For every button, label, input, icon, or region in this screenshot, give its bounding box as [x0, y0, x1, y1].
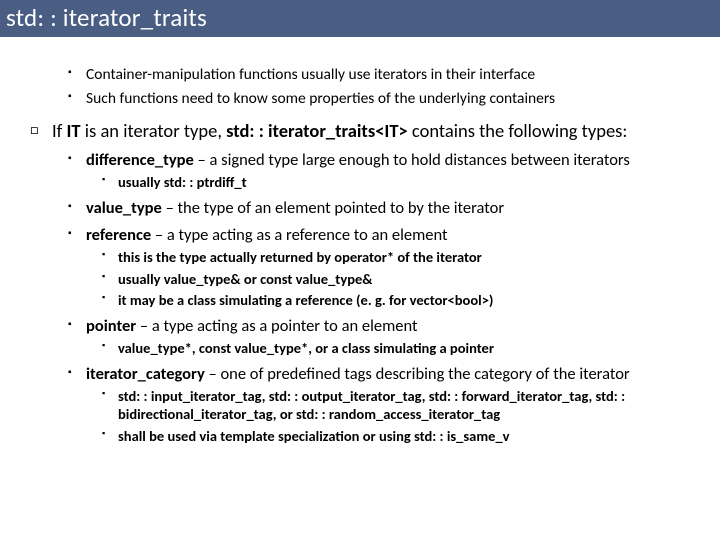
bullet-diff: difference_type – a signed type large en… — [18, 150, 702, 171]
sub-cat-2: shall be used via template specializatio… — [18, 427, 702, 446]
term-reference: reference — [86, 225, 151, 245]
slide: std: : iterator_traits Container-manipul… — [0, 0, 720, 540]
term-value-type: value_type — [86, 198, 162, 218]
main-bold-it: IT — [67, 119, 81, 142]
desc-value-type: – the type of an element pointed to by t… — [166, 198, 505, 218]
bullet-reference: reference – a type acting as a reference… — [18, 225, 702, 246]
bullet-value: value_type – the type of an element poin… — [18, 198, 702, 219]
main-mid: is an iterator type, — [85, 119, 226, 142]
main-suffix: contains the following types: — [412, 119, 627, 142]
main-prefix: If — [52, 119, 67, 142]
slide-title: std: : iterator_traits — [0, 0, 720, 37]
slide-content: Container-manipulation functions usually… — [0, 37, 720, 445]
desc-pointer: – a type acting as a pointer to an eleme… — [140, 316, 418, 336]
desc-reference: – a type acting as a reference to an ele… — [155, 225, 448, 245]
sub-ref-1: this is the type actually returned by op… — [18, 248, 702, 267]
sub-diff-1: usually std: : ptrdiff_t — [18, 173, 702, 192]
term-iterator-category: iterator_category — [86, 364, 205, 384]
term-pointer: pointer — [86, 316, 136, 336]
sub-ptr-1: value_type*, const value_type*, or a cla… — [18, 339, 702, 358]
bullet-intro-1: Container-manipulation functions usually… — [18, 65, 702, 85]
bullet-intro-2: Such functions need to know some propert… — [18, 89, 702, 109]
sub-ref-3: it may be a class simulating a reference… — [18, 291, 702, 310]
term-difference-type: difference_type — [86, 150, 194, 170]
bullet-pointer: pointer – a type acting as a pointer to … — [18, 316, 702, 337]
bullet-main: If IT is an iterator type, std: : iterat… — [18, 119, 702, 143]
main-bold-traits: std: : iterator_traits<IT> — [226, 119, 408, 142]
sub-ref-2: usually value_type& or const value_type& — [18, 270, 702, 289]
sub-cat-1: std: : input_iterator_tag, std: : output… — [18, 387, 702, 424]
desc-difference-type: – a signed type large enough to hold dis… — [198, 150, 630, 170]
desc-iterator-category: – one of predefined tags describing the … — [209, 364, 630, 384]
bullet-category: iterator_category – one of predefined ta… — [18, 364, 702, 385]
